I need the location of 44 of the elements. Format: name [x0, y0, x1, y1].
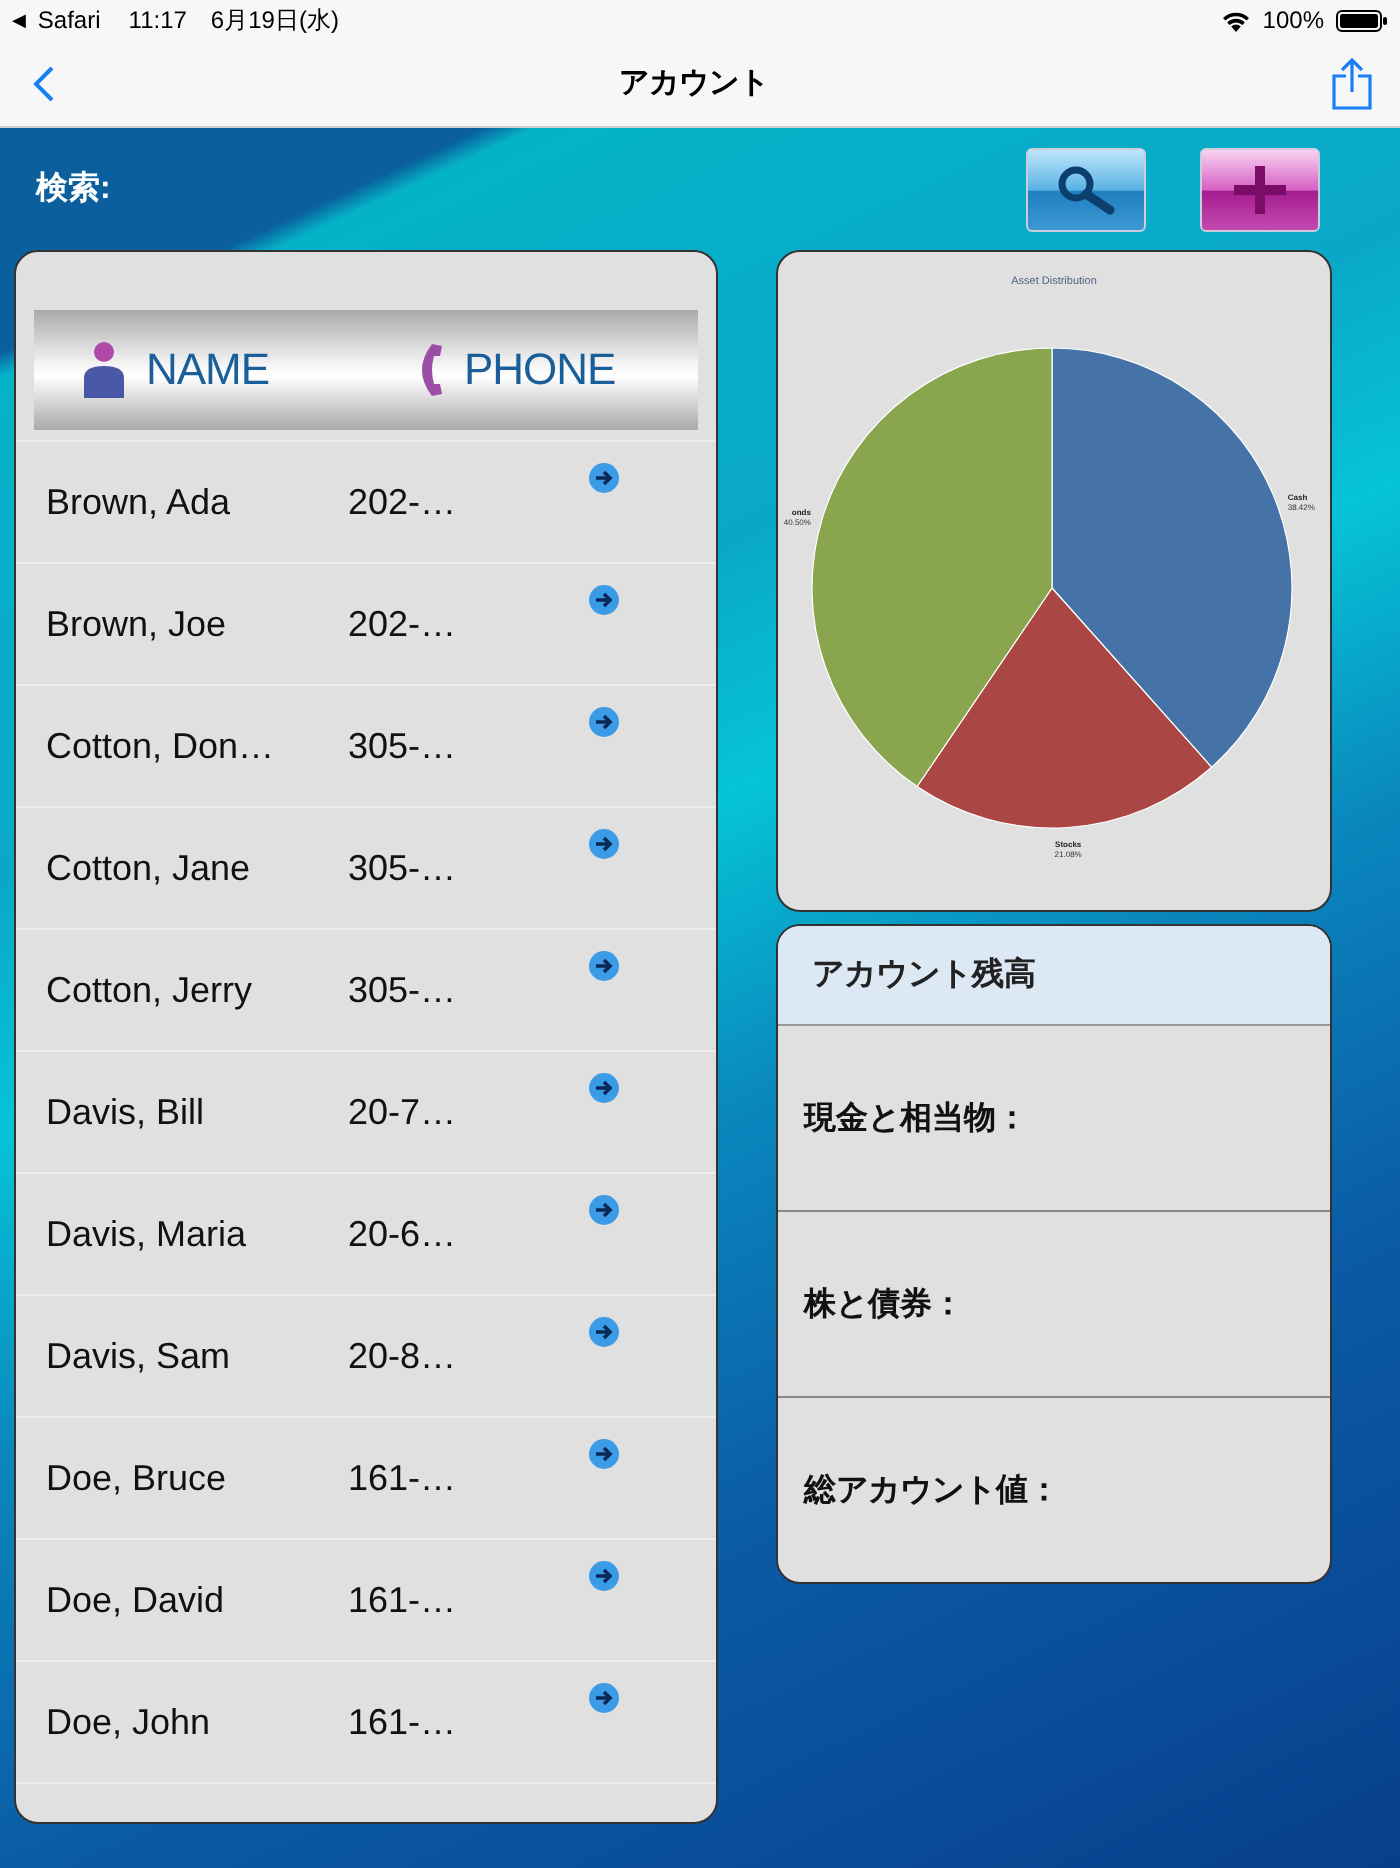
back-chevron-icon[interactable]: [32, 63, 56, 103]
phone-number: 161-…: [348, 1701, 457, 1743]
phone-number: 161-…: [348, 1579, 457, 1621]
balance-label: 総アカウント値：: [804, 1471, 1060, 1511]
contact-name[interactable]: Doe, Bruce: [46, 1457, 227, 1499]
app-name: Safari: [37, 6, 101, 34]
panel-title: アカウント残高: [812, 954, 1036, 996]
date: 6月19日(水): [210, 3, 339, 37]
phone-number: 305-…: [348, 725, 457, 767]
contact-name[interactable]: Davis, Maria: [46, 1213, 247, 1255]
search-label: 検索:: [36, 168, 113, 210]
contact-name[interactable]: Cotton, Jerry: [46, 969, 253, 1011]
column-header: NAME: [146, 344, 270, 396]
phone-number: 20-6…: [348, 1213, 457, 1255]
contact-name[interactable]: Davis, Bill: [46, 1091, 205, 1133]
contact-name[interactable]: Cotton, Jane: [46, 847, 251, 889]
back-glyph[interactable]: ◀: [12, 9, 26, 31]
contact-name[interactable]: Davis, Sam: [46, 1335, 231, 1377]
phone-icon: [422, 344, 444, 396]
phone-number: 305-…: [348, 969, 457, 1011]
phone-number: 20-7…: [348, 1091, 457, 1133]
wifi-icon: [1222, 9, 1251, 31]
battery-level: 100%: [1262, 6, 1324, 34]
contact-name[interactable]: Doe, John: [46, 1701, 211, 1743]
page-title: アカウント: [619, 64, 769, 102]
phone-number: 20-8…: [348, 1335, 457, 1377]
phone-number: 305-…: [348, 847, 457, 889]
share-icon[interactable]: [1332, 57, 1372, 109]
person-icon: [82, 340, 126, 400]
search-button[interactable]: [1026, 147, 1146, 231]
clock: 11:17: [128, 6, 187, 34]
phone-number: 161-…: [348, 1457, 457, 1499]
add-button[interactable]: [1200, 147, 1320, 231]
contact-name[interactable]: Brown, Joe: [46, 603, 227, 645]
plus-icon: [1230, 161, 1290, 217]
phone-number: 202-…: [348, 603, 457, 645]
column-header: PHONE: [464, 344, 616, 396]
battery-icon: [1336, 9, 1388, 31]
contact-name[interactable]: Cotton, Don…: [46, 725, 275, 767]
contact-name[interactable]: Doe, David: [46, 1579, 225, 1621]
contact-name[interactable]: Brown, Ada: [46, 481, 231, 523]
balance-label: 株と債券：: [804, 1285, 964, 1325]
phone-number: 202-…: [348, 481, 457, 523]
balance-label: 現金と相当物：: [804, 1099, 1028, 1139]
